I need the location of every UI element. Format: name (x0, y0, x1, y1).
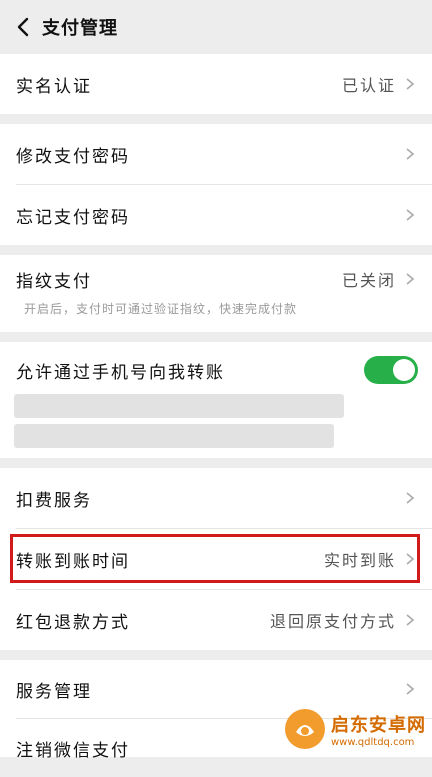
toggle-knob (393, 359, 415, 381)
back-arrow-icon[interactable] (12, 16, 34, 38)
deduction-service-row[interactable]: 扣费服务 (0, 468, 432, 528)
fingerprint-status: 已关闭 (341, 271, 396, 290)
phone-transfer-toggle[interactable] (364, 356, 418, 384)
forgot-password-label: 忘记支付密码 (16, 207, 130, 228)
forgot-password-row[interactable]: 忘记支付密码 (0, 185, 432, 245)
watermark-title: 启东安卓网 (331, 714, 426, 736)
phone-transfer-card: 允许通过手机号向我转账 (0, 342, 432, 458)
blurred-description (14, 424, 334, 448)
change-password-label: 修改支付密码 (16, 146, 130, 167)
refund-method-row[interactable]: 红包退款方式 退回原支付方式 (0, 590, 432, 650)
fingerprint-label: 指纹支付 (16, 271, 92, 292)
real-name-label: 实名认证 (16, 76, 92, 97)
real-name-card: 实名认证 已认证 (0, 54, 432, 114)
deduction-service-label: 扣费服务 (16, 490, 92, 511)
real-name-row[interactable]: 实名认证 已认证 (0, 54, 432, 114)
chevron-right-icon (406, 614, 415, 626)
phone-transfer-row: 允许通过手机号向我转账 (0, 350, 432, 390)
fingerprint-card: 指纹支付 已关闭 开启后，支付时可通过验证指纹，快速完成付款 (0, 255, 432, 332)
fingerprint-hint: 开启后，支付时可通过验证指纹，快速完成付款 (24, 302, 298, 316)
phone-transfer-label: 允许通过手机号向我转账 (16, 362, 225, 383)
password-card: 修改支付密码 忘记支付密码 (0, 124, 432, 245)
change-password-row[interactable]: 修改支付密码 (0, 124, 432, 184)
watermark: 启东安卓网 www.qdltdq.com (285, 709, 426, 749)
service-management-label: 服务管理 (16, 681, 92, 702)
highlight-box (10, 534, 420, 583)
page-title: 支付管理 (42, 18, 118, 39)
watermark-logo-icon (285, 709, 325, 749)
refund-method-label: 红包退款方式 (16, 612, 130, 633)
top-bar: 支付管理 (0, 0, 432, 54)
watermark-url: www.qdltdq.com (331, 736, 415, 748)
chevron-right-icon (406, 148, 415, 160)
chevron-right-icon (406, 492, 415, 504)
chevron-right-icon (406, 683, 415, 695)
chevron-right-icon (406, 209, 415, 221)
chevron-right-icon (406, 78, 415, 90)
fingerprint-row[interactable]: 指纹支付 已关闭 (0, 261, 432, 297)
chevron-right-icon (406, 273, 415, 285)
blurred-description (14, 394, 344, 418)
refund-method-value: 退回原支付方式 (269, 612, 396, 631)
real-name-status: 已认证 (341, 76, 396, 95)
